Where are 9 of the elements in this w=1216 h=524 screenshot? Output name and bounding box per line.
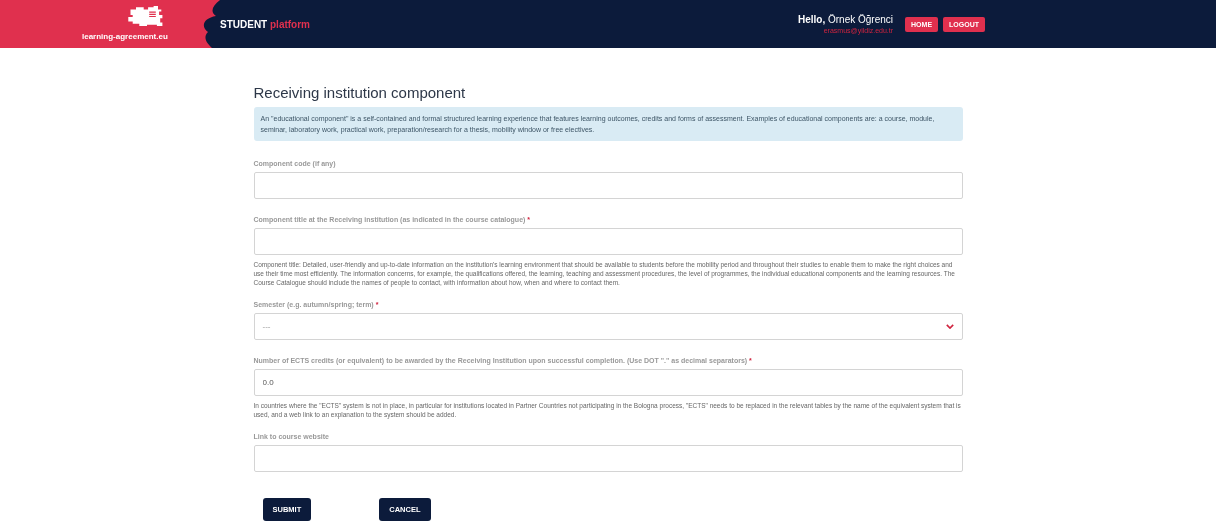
input-field[interactable] [253, 445, 963, 472]
platform-title: STUDENT platform [220, 18, 310, 30]
chevron-down-icon [945, 324, 954, 329]
page-title: Receiving institution component [253, 84, 467, 101]
user-greeting: Hello, Örnek Öğrenci [798, 14, 894, 25]
input-field[interactable] [253, 228, 963, 255]
input-field[interactable] [253, 172, 963, 199]
logo-text: learning-agreement.eu [82, 31, 168, 41]
input-field[interactable]: 0.0 [253, 369, 963, 396]
